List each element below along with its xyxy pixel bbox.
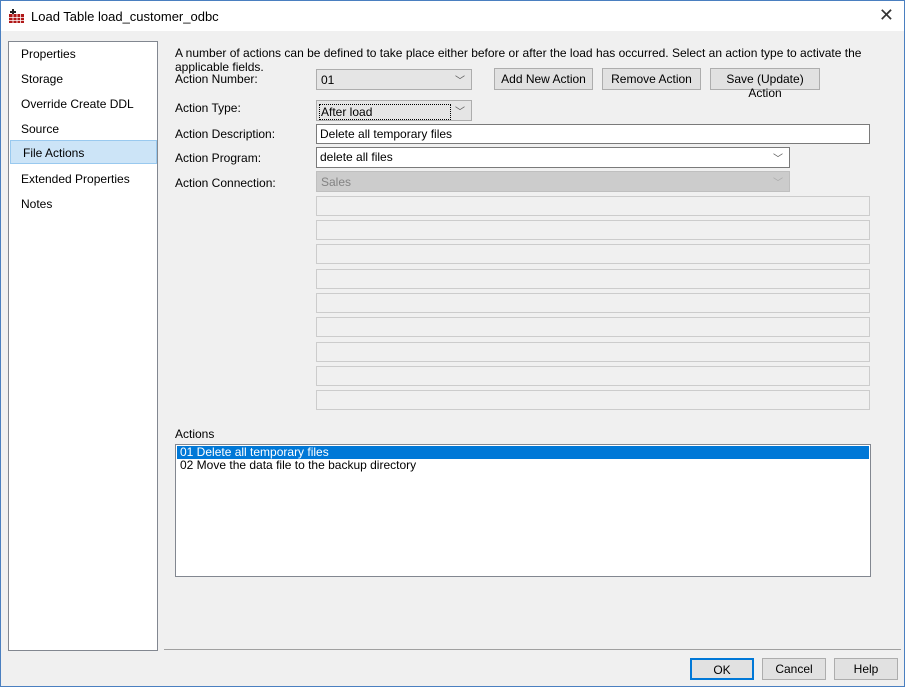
- title-bar: Load Table load_customer_odbc ✕: [1, 1, 904, 31]
- disabled-field: [316, 342, 870, 362]
- action-type-label: Action Type:: [175, 101, 241, 115]
- window-title: Load Table load_customer_odbc: [31, 9, 219, 24]
- sidebar-item-override-create-ddl[interactable]: Override Create DDL: [9, 92, 157, 116]
- action-number-select[interactable]: 01 ﹀: [316, 69, 472, 90]
- cancel-button[interactable]: Cancel: [762, 658, 826, 680]
- action-type-value: After load: [319, 104, 451, 120]
- disabled-field: [316, 244, 870, 264]
- divider: [164, 649, 901, 650]
- action-description-label: Action Description:: [175, 127, 276, 141]
- sidebar-item-extended-properties[interactable]: Extended Properties: [9, 167, 157, 191]
- action-description-input[interactable]: Delete all temporary files: [316, 124, 870, 144]
- disabled-field: [316, 317, 870, 337]
- actions-label: Actions: [175, 427, 215, 441]
- action-number-label: Action Number:: [175, 72, 258, 86]
- action-program-label: Action Program:: [175, 151, 262, 165]
- ok-button[interactable]: OK: [690, 658, 754, 680]
- actions-list[interactable]: 01 Delete all temporary files 02 Move th…: [175, 444, 871, 577]
- sidebar-item-notes[interactable]: Notes: [9, 192, 157, 216]
- action-connection-label: Action Connection:: [175, 176, 276, 190]
- action-program-value: delete all files: [320, 150, 393, 164]
- chevron-down-icon: ﹀: [773, 154, 783, 165]
- add-new-action-button[interactable]: Add New Action: [494, 68, 593, 90]
- action-connection-value: Sales: [321, 175, 352, 189]
- disabled-field: [316, 293, 870, 313]
- dialog-window: Load Table load_customer_odbc ✕ Properti…: [0, 0, 905, 687]
- action-program-select[interactable]: delete all files ﹀: [316, 147, 790, 168]
- help-button[interactable]: Help: [834, 658, 898, 680]
- sidebar-item-file-actions[interactable]: File Actions: [10, 140, 157, 164]
- action-number-value: 01: [321, 73, 335, 87]
- remove-action-button[interactable]: Remove Action: [602, 68, 701, 90]
- sidebar: Properties Storage Override Create DDL S…: [8, 41, 158, 651]
- chevron-down-icon: ﹀: [455, 107, 465, 118]
- chevron-down-icon: ﹀: [455, 76, 465, 87]
- disabled-field: [316, 269, 870, 289]
- list-item[interactable]: 02 Move the data file to the backup dire…: [176, 459, 870, 472]
- sidebar-item-properties[interactable]: Properties: [9, 42, 157, 66]
- chevron-down-icon: ﹀: [773, 178, 783, 189]
- action-type-select[interactable]: After load ﹀: [316, 100, 472, 121]
- disabled-field: [316, 196, 870, 216]
- sidebar-item-storage[interactable]: Storage: [9, 67, 157, 91]
- disabled-field: [316, 366, 870, 386]
- save-update-action-button[interactable]: Save (Update) Action: [710, 68, 820, 100]
- disabled-field: [316, 390, 870, 410]
- close-icon[interactable]: ✕: [879, 5, 894, 26]
- action-connection-select[interactable]: Sales ﹀: [316, 171, 790, 192]
- sidebar-item-source[interactable]: Source: [9, 117, 157, 141]
- disabled-field: [316, 220, 870, 240]
- table-icon: [9, 9, 24, 23]
